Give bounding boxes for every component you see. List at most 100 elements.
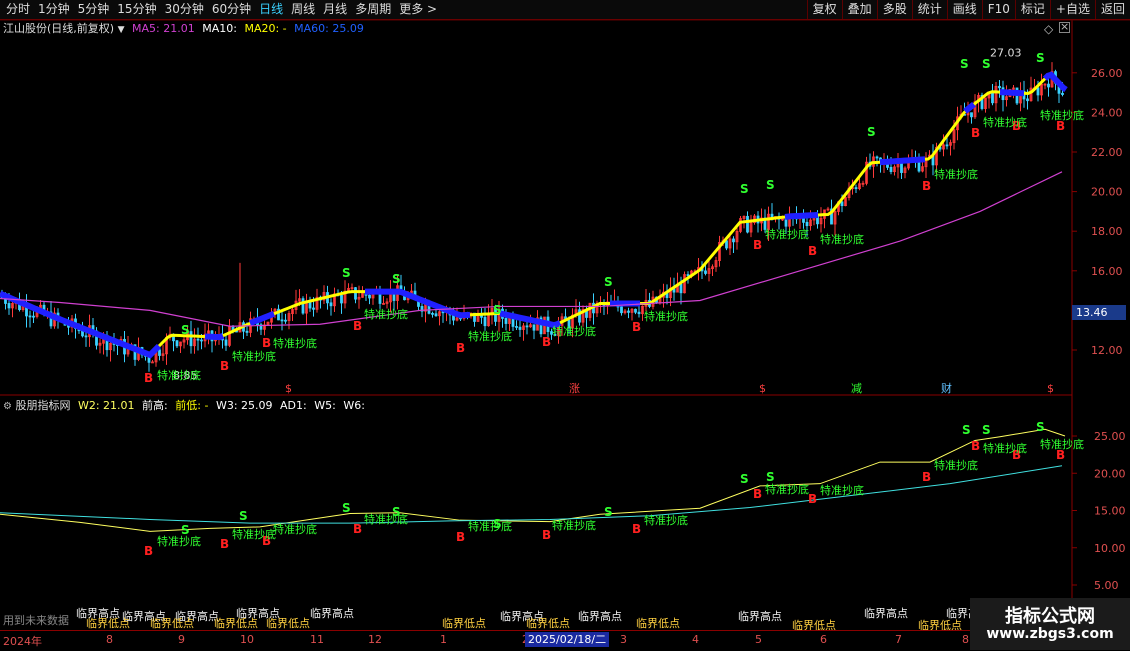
buy-signal: B xyxy=(262,336,271,350)
bottom-note: 特准抄底 xyxy=(820,232,864,246)
candle-body xyxy=(784,218,788,227)
event-marker: 减 xyxy=(851,382,862,395)
indicator-bottom-note: 特准抄底 xyxy=(983,441,1027,455)
candle-body xyxy=(151,361,154,364)
event-marker: $ xyxy=(1047,382,1054,395)
y-tick-label: 26.00 xyxy=(1091,67,1123,80)
y-tick-label: 24.00 xyxy=(1091,106,1123,119)
candle-body xyxy=(991,91,994,104)
buy-signal: B xyxy=(922,179,931,193)
buy-signal: B xyxy=(353,319,362,333)
critical-low-label: 临界低点 xyxy=(636,616,680,630)
candle-body xyxy=(854,187,858,190)
sell-signal: S xyxy=(867,125,876,139)
candle-body xyxy=(732,238,735,243)
critical-high-label: 临界高点 xyxy=(578,609,622,623)
candle-body xyxy=(1047,83,1050,88)
indicator-y-tick-label: 25.00 xyxy=(1094,430,1126,443)
candle-body xyxy=(354,287,357,300)
cursor-date: 2025/02/18/二 xyxy=(525,632,610,647)
sell-signal: S xyxy=(960,57,969,71)
indicator-sell-signal: S xyxy=(962,423,971,437)
candle-body xyxy=(245,330,249,333)
candle-body xyxy=(532,324,536,331)
indicator-buy-signal: B xyxy=(220,537,229,551)
month-label: 8 xyxy=(106,633,113,646)
candle-body xyxy=(945,144,949,147)
candle-body xyxy=(32,315,35,318)
buy-signal: B xyxy=(220,359,229,373)
bottom-note: 特准抄底 xyxy=(157,368,201,382)
candle-body xyxy=(368,294,371,299)
critical-high-label: 临界高点 xyxy=(310,606,354,620)
future-data-note: 用到未来数据 xyxy=(3,614,69,627)
bottom-note: 特准抄底 xyxy=(468,329,512,343)
candle-body xyxy=(805,221,809,227)
bottom-note: 特准抄底 xyxy=(364,307,408,321)
ma60-line xyxy=(0,171,1063,327)
event-marker: 财 xyxy=(941,381,952,395)
candle-body xyxy=(504,318,508,324)
buy-signal: B xyxy=(542,335,551,349)
sell-signal: S xyxy=(740,182,749,196)
indicator-y-tick-label: 20.00 xyxy=(1094,467,1126,480)
indicator-bottom-note: 特准抄底 xyxy=(765,482,809,496)
buy-signal: B xyxy=(753,238,762,252)
indicator-y-tick-label: 5.00 xyxy=(1094,579,1119,592)
candle-body xyxy=(1061,92,1064,95)
current-price-tag: 13.46 xyxy=(1072,305,1126,320)
candle-body xyxy=(280,319,284,322)
event-marker: $ xyxy=(285,382,292,395)
candle-body xyxy=(84,335,88,338)
watermark-url: www.zbgs3.com xyxy=(986,626,1114,642)
candle-body xyxy=(518,326,522,330)
critical-high-label: 临界高点 xyxy=(738,609,782,623)
candle-body xyxy=(175,340,179,347)
candle-body xyxy=(200,339,203,342)
critical-low-label: 临界低点 xyxy=(150,616,194,630)
bottom-note: 特准抄底 xyxy=(1040,108,1084,122)
indicator-bottom-note: 特准抄底 xyxy=(644,513,688,527)
bottom-note: 特准抄底 xyxy=(983,115,1027,129)
candle-body xyxy=(875,156,879,159)
watermark: 指标公式网 www.zbgs3.com xyxy=(970,598,1130,650)
candle-body xyxy=(637,311,641,315)
indicator-buy-signal: B xyxy=(971,439,980,453)
indicator-sell-signal: S xyxy=(982,423,991,437)
candle-body xyxy=(196,338,200,341)
candle-body xyxy=(900,163,903,173)
candle-body xyxy=(28,315,32,318)
chart-canvas[interactable]: 26.0024.0022.0020.0018.0016.0014.0012.00… xyxy=(0,0,1130,650)
indicator-bottom-note: 特准抄底 xyxy=(1040,437,1084,451)
indicator-sell-signal: S xyxy=(766,470,775,484)
ma-line-blue-segment xyxy=(204,333,225,341)
candle-body xyxy=(634,308,637,313)
candle-body xyxy=(686,274,690,277)
candle-body xyxy=(224,339,228,346)
ma-line-blue-segment xyxy=(999,89,1025,97)
bottom-note: 特准抄底 xyxy=(934,167,978,181)
month-label: 3 xyxy=(620,633,627,646)
indicator-y-tick-label: 10.00 xyxy=(1094,542,1126,555)
month-label: 8 xyxy=(962,633,969,646)
candle-body xyxy=(525,325,529,328)
candle-body xyxy=(704,270,707,274)
candle-body xyxy=(329,302,333,307)
candle-body xyxy=(158,349,161,356)
month-label: 10 xyxy=(240,633,254,646)
month-label: 6 xyxy=(820,633,827,646)
candle-body xyxy=(515,326,518,328)
y-tick-label: 12.00 xyxy=(1091,344,1123,357)
indicator-bottom-note: 特准抄底 xyxy=(157,534,201,548)
date-axis: 2024年 89101112123456789 2025/02/18/二 xyxy=(0,630,1072,651)
indicator-w3-line xyxy=(0,465,1063,524)
sell-signal: S xyxy=(604,275,613,289)
high-label: 27.03 xyxy=(990,46,1022,59)
sell-signal: S xyxy=(982,57,991,71)
indicator-buy-signal: B xyxy=(753,487,762,501)
ma-line-blue-segment xyxy=(784,211,819,220)
candle-body xyxy=(312,307,315,310)
candle-body xyxy=(301,298,305,314)
sell-signal: S xyxy=(342,266,351,280)
critical-low-label: 临界低点 xyxy=(442,616,486,630)
